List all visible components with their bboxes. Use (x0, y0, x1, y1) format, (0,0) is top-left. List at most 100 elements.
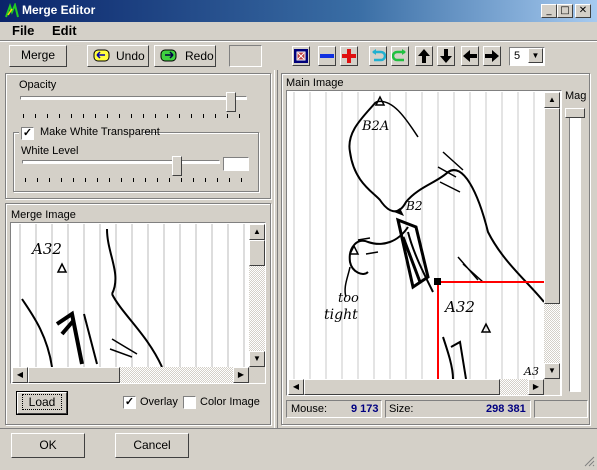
merge-image-view[interactable]: A32 ▲ ▼ ◀ ▶ (10, 222, 266, 384)
white-level-value-box[interactable] (223, 157, 249, 171)
zoom-in-button[interactable] (340, 46, 358, 66)
white-level-thumb[interactable] (172, 156, 182, 176)
status-size: Size: 298 381 (385, 400, 531, 418)
mag-label: Mag (565, 90, 587, 102)
maximize-button[interactable]: □ (557, 4, 573, 18)
opacity-slider[interactable] (18, 92, 249, 118)
resize-grip[interactable] (583, 455, 595, 467)
color-swatch[interactable] (229, 45, 262, 67)
undo-icon (93, 49, 110, 62)
opacity-track (20, 96, 247, 100)
rotate-left-button[interactable] (369, 46, 387, 66)
minimize-button[interactable]: _ (541, 4, 557, 18)
menu-edit[interactable]: Edit (52, 23, 77, 38)
main-image-view[interactable]: B2A B2 too tight A32 A3 ▲ ▼ ◀ ▶ (286, 90, 562, 396)
move-down-button[interactable] (437, 46, 455, 66)
merge-hscrollbar[interactable]: ◀ ▶ (12, 367, 249, 383)
merge-image-canvas[interactable]: A32 (12, 224, 248, 367)
arrow-up-icon (418, 49, 430, 63)
close-button[interactable]: ✕ (575, 4, 591, 18)
resize-grip-icon (584, 456, 595, 467)
merge-button[interactable]: Merge (9, 45, 67, 67)
opacity-thumb[interactable] (226, 92, 236, 112)
main-label-a3: A3 (523, 365, 539, 378)
redo-button[interactable]: Redo (154, 45, 216, 67)
merge-hscroll-thumb[interactable] (28, 367, 120, 383)
main-image-label: Main Image (286, 77, 344, 89)
panel-splitter[interactable] (274, 70, 278, 428)
undo-label: Undo (116, 49, 145, 63)
minus-icon (320, 54, 334, 58)
load-button[interactable]: Load (16, 391, 68, 415)
main-hscroll-thumb[interactable] (304, 379, 500, 395)
ok-button[interactable]: OK (11, 433, 85, 458)
redo-label: Redo (185, 49, 214, 63)
main-label-b2a: B2A (361, 119, 389, 134)
app-icon (5, 3, 19, 18)
zoom-out-button[interactable] (318, 46, 336, 66)
main-scroll-right[interactable]: ▶ (528, 379, 544, 395)
arrow-left-icon (463, 50, 477, 62)
status-size-label: Size: (389, 403, 414, 415)
rotate-right-icon (391, 49, 406, 62)
white-level-slider[interactable] (20, 156, 250, 184)
opacity-label: Opacity (19, 79, 57, 91)
color-image-checkbox[interactable] (183, 396, 196, 409)
main-scroll-corner (544, 379, 560, 395)
main-scroll-up[interactable]: ▲ (544, 92, 560, 108)
window-title: Merge Editor (22, 3, 96, 17)
toolbar-divider-light (0, 41, 597, 42)
mag-track (569, 112, 581, 392)
merge-vscrollbar[interactable]: ▲ ▼ (249, 224, 265, 367)
menu-file[interactable]: File (12, 23, 34, 38)
main-vscrollbar[interactable]: ▲ ▼ (544, 92, 560, 379)
color-image-label: Color Image (200, 396, 260, 408)
main-image-canvas[interactable]: B2A B2 too tight A32 A3 (288, 92, 544, 379)
footer-divider (0, 428, 597, 429)
merge-image-label: Merge Image (11, 209, 76, 221)
arrow-up-small-icon: ▲ (548, 95, 556, 104)
arrow-down-small-icon: ▼ (548, 366, 556, 375)
merge-label-a32: A32 (30, 240, 62, 258)
main-label-b2: B2 (405, 199, 422, 213)
move-right-button[interactable] (483, 46, 501, 66)
redo-icon (160, 49, 177, 62)
fit-icon (294, 49, 308, 63)
main-scroll-down[interactable]: ▼ (544, 363, 560, 379)
status-mouse-value: 9 173 (351, 403, 379, 415)
ok-button-label: OK (39, 438, 57, 452)
merge-scroll-down[interactable]: ▼ (249, 351, 265, 367)
overlay-checkbox[interactable]: ✓ (123, 396, 136, 409)
crosshair-handle[interactable] (434, 278, 441, 285)
mag-slider[interactable] (564, 104, 586, 394)
cancel-button-label: Cancel (133, 438, 171, 452)
merge-scroll-right[interactable]: ▶ (233, 367, 249, 383)
plus-icon (342, 49, 356, 63)
status-mouse-label: Mouse: (291, 403, 328, 415)
cancel-button[interactable]: Cancel (115, 433, 189, 458)
status-size-value: 298 381 (486, 403, 526, 415)
mag-thumb[interactable] (565, 108, 585, 118)
step-select[interactable]: 5 ▼ (509, 47, 545, 66)
arrow-right-small-icon: ▶ (237, 370, 245, 379)
arrow-left-small-icon: ◀ (292, 382, 300, 391)
main-label-too: too (338, 291, 359, 306)
main-scroll-left[interactable]: ◀ (288, 379, 304, 395)
white-groupbox-header: ✓ Make White Transparent (19, 126, 160, 140)
merge-scroll-up[interactable]: ▲ (249, 224, 265, 240)
move-left-button[interactable] (461, 46, 479, 66)
main-vscroll-thumb[interactable] (544, 108, 560, 304)
step-select-value: 5 (514, 50, 521, 62)
merge-marker-triangle (56, 262, 68, 273)
rotate-right-button[interactable] (391, 46, 409, 66)
arrow-left-small-icon: ◀ (16, 370, 24, 379)
make-white-checkbox[interactable]: ✓ (21, 127, 34, 140)
main-hscrollbar[interactable]: ◀ ▶ (288, 379, 544, 395)
undo-button[interactable]: Undo (87, 45, 149, 67)
merge-vscroll-thumb[interactable] (249, 240, 265, 266)
step-select-dropdown[interactable]: ▼ (528, 48, 543, 63)
arrow-down-icon (440, 49, 452, 63)
merge-scroll-left[interactable]: ◀ (12, 367, 28, 383)
fit-button[interactable] (292, 46, 310, 66)
move-up-button[interactable] (415, 46, 433, 66)
